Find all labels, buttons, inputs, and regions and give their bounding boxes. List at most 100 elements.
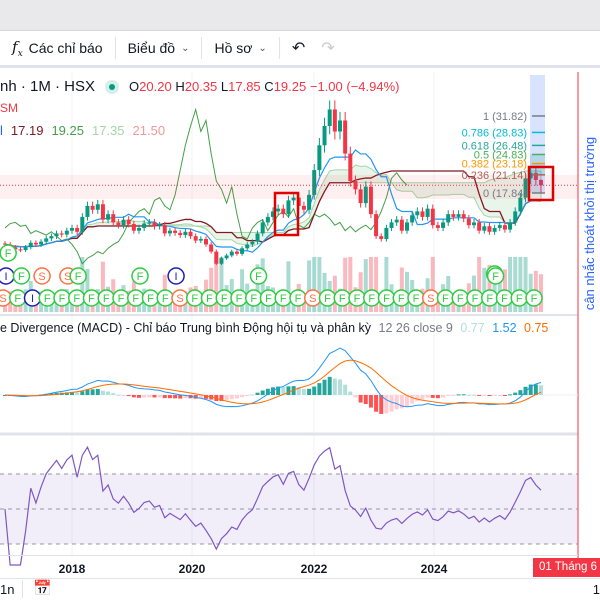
candle-body [147,222,152,224]
candle-body [100,204,105,220]
macd-histogram-bar [85,389,90,395]
macd-histogram-bar [126,395,131,397]
macd-histogram-bar [332,378,337,395]
macd-histogram-bar [508,394,513,396]
macd-histogram-bar [420,395,425,400]
range-1n-button[interactable]: 1n [0,582,14,597]
candle-body [28,242,33,248]
signal-marker-label: S [38,271,45,283]
macd-histogram-bar [152,395,157,398]
macd-histogram-bar [245,395,250,396]
signal-marker-label: F [44,293,51,305]
candle-body [80,216,85,232]
macd-legend: e Divergence (MACD) - Chỉ báo Trung bình… [0,321,549,335]
signal-marker-label: F [5,248,12,260]
macd-histogram-bar [327,376,332,395]
macd-histogram-bar [384,395,389,414]
signal-marker-label: F [162,293,169,305]
signal-marker-label: F [324,293,331,305]
signal-marker-label: F [398,293,405,305]
macd-histogram-bar [435,395,440,399]
candle-body [85,205,90,217]
candle-body [482,226,487,231]
macd-histogram-bar [307,388,312,395]
candle-body [502,225,507,230]
candle-body [39,241,44,245]
macd-histogram-bar [100,390,105,395]
macd-histogram-bar [472,394,476,396]
candle-body [410,215,415,223]
macd-histogram-bar [368,395,373,408]
macd-histogram-bar [137,395,141,398]
year-label: 2024 [420,562,448,576]
signal-marker-label: F [132,293,139,305]
signal-marker-label: F [191,293,198,305]
candle-body [219,258,224,264]
time-axis[interactable]: 2018 2020 2022 2024 [0,555,578,577]
macd-histogram-bar [240,395,245,398]
macd-histogram-bar [75,392,80,395]
candle-body [229,251,234,256]
candle-body [374,214,379,237]
indicator-legend-values: l 17.19 19.25 17.35 21.50 [0,123,166,138]
candle-body [131,224,136,231]
candle-body [23,247,28,250]
fib-level-label: 0.382 (23.18) [462,159,527,171]
macd-histogram-bar [374,395,379,412]
candle-body [240,248,245,254]
candle-body [3,243,7,245]
macd-histogram-bar [518,390,523,395]
candle-body [33,242,38,245]
divider [22,580,23,598]
signal-marker-label: F [383,293,390,305]
signal-marker-label: F [339,293,346,305]
candle-body [255,233,260,242]
macd-histogram-bar [224,395,229,401]
macd-histogram-bar [343,384,348,395]
year-label: 2022 [300,562,328,576]
signal-marker-label: F [103,293,110,305]
signal-marker-label: F [137,271,144,283]
candle-body [435,225,440,228]
macd-histogram-bar [539,385,543,395]
candle-body [420,211,425,217]
candle-body [193,236,198,241]
macd-histogram-bar [363,395,368,405]
candle-body [260,222,265,234]
candle-body [95,204,100,210]
candle-body [332,109,337,132]
bottom-right-label: 1 [592,582,600,597]
signal-marker-label: F [531,293,538,305]
candle-body [90,205,95,210]
macd-histogram-bar [121,395,126,396]
high-value: 20.35 [184,79,218,94]
macd-histogram-bar [142,395,147,398]
candle-body [430,208,435,226]
candle-body [327,109,332,126]
candle-body [384,227,389,239]
signal-marker-label: I [4,271,7,283]
candle-body [451,214,456,217]
signal-marker-label: S [309,293,316,305]
candle-body [59,233,64,235]
signal-marker-label: F [457,293,464,305]
signal-marker-label: F [206,293,213,305]
candle-body [415,211,420,216]
candle-body [265,216,270,223]
fib-zone [530,154,545,175]
candle-body [281,208,286,215]
macd-histogram-bar [106,391,111,395]
macd-histogram-bar [286,386,291,395]
signal-marker-label: I [175,271,178,283]
fib-level-label: 1 (31.82) [483,111,527,123]
macd-value: 1.52 [492,321,517,335]
candle-body [276,208,281,212]
macd-histogram-bar [441,395,446,398]
indicator-legend-2: SM [0,101,18,115]
candle-body [70,227,74,231]
calendar-icon[interactable]: 📅 [33,579,52,597]
signal-marker-label: F [295,293,302,305]
macd-histogram-bar [255,392,260,395]
macd-histogram-bar [322,379,327,395]
candle-body [198,238,203,241]
